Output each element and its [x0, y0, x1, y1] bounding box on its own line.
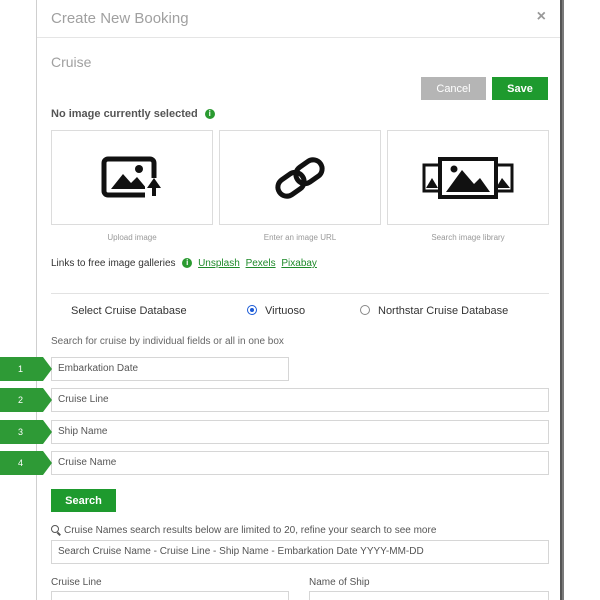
free-galleries-row: Links to free image galleries i Unsplash… — [51, 258, 317, 269]
image-library-caption: Search image library — [431, 233, 505, 242]
embarkation-date-input[interactable]: Embarkation Date — [51, 357, 289, 381]
page-backdrop-right — [564, 0, 600, 600]
northstar-label: Northstar Cruise Database — [378, 305, 509, 317]
section-title: Cruise — [51, 54, 92, 70]
close-icon[interactable]: × — [537, 8, 546, 26]
step-marker-4: 4 — [0, 451, 52, 475]
cruise-name-input[interactable]: Cruise Name — [51, 451, 549, 475]
step-marker-3: 3 — [0, 420, 52, 444]
upload-image-caption: Upload image — [107, 233, 157, 242]
modal-title: Create New Booking — [51, 10, 189, 27]
image-url-caption: Enter an image URL — [263, 233, 337, 242]
upload-image-option[interactable] — [51, 130, 213, 225]
info-icon[interactable]: i — [204, 109, 215, 120]
database-label: Select Cruise Database — [71, 305, 187, 317]
virtuoso-radio[interactable] — [247, 305, 257, 316]
step-marker-1: 1 — [0, 357, 52, 381]
search-hint: Search for cruise by individual fields o… — [51, 336, 284, 347]
unsplash-link[interactable]: Unsplash — [198, 258, 240, 269]
divider — [51, 293, 549, 294]
cruise-line-label: Cruise Line — [51, 577, 102, 588]
no-image-text: No image currently selected — [51, 108, 198, 120]
search-limit-note: Cruise Names search results below are li… — [51, 525, 436, 536]
pexels-link[interactable]: Pexels — [246, 258, 276, 269]
page-backdrop-left — [0, 0, 36, 600]
image-library-option[interactable] — [387, 130, 549, 225]
northstar-radio[interactable] — [360, 305, 370, 316]
search-button[interactable]: Search — [51, 489, 116, 512]
link-icon — [275, 156, 325, 199]
search-limit-text: Cruise Names search results below are li… — [64, 525, 437, 536]
northstar-radio-option[interactable]: Northstar Cruise Database — [360, 305, 508, 317]
ship-name-label: Name of Ship — [309, 577, 370, 588]
save-button[interactable]: Save — [492, 77, 548, 100]
modal-header: Create New Booking × — [37, 0, 560, 38]
step-marker-2: 2 — [0, 388, 52, 412]
search-icon — [51, 525, 59, 534]
ship-name-select[interactable] — [309, 591, 549, 600]
image-gallery-icon — [422, 156, 514, 199]
image-url-option[interactable] — [219, 130, 381, 225]
cancel-button[interactable]: Cancel — [421, 77, 486, 100]
combined-search-input[interactable]: Search Cruise Name - Cruise Line - Ship … — [51, 540, 549, 564]
create-booking-modal: Create New Booking × Cruise Cancel Save … — [36, 0, 562, 600]
no-image-label: No image currently selected i — [51, 108, 215, 120]
virtuoso-label: Virtuoso — [265, 305, 306, 317]
pixabay-link[interactable]: Pixabay — [281, 258, 317, 269]
virtuoso-radio-option[interactable]: Virtuoso — [247, 305, 305, 317]
upload-image-icon — [101, 156, 163, 200]
cruise-line-input[interactable]: Cruise Line — [51, 388, 549, 412]
info-icon[interactable]: i — [182, 258, 193, 269]
cruise-line-select[interactable] — [51, 591, 289, 600]
ship-name-input[interactable]: Ship Name — [51, 420, 549, 444]
free-galleries-label: Links to free image galleries — [51, 258, 176, 269]
